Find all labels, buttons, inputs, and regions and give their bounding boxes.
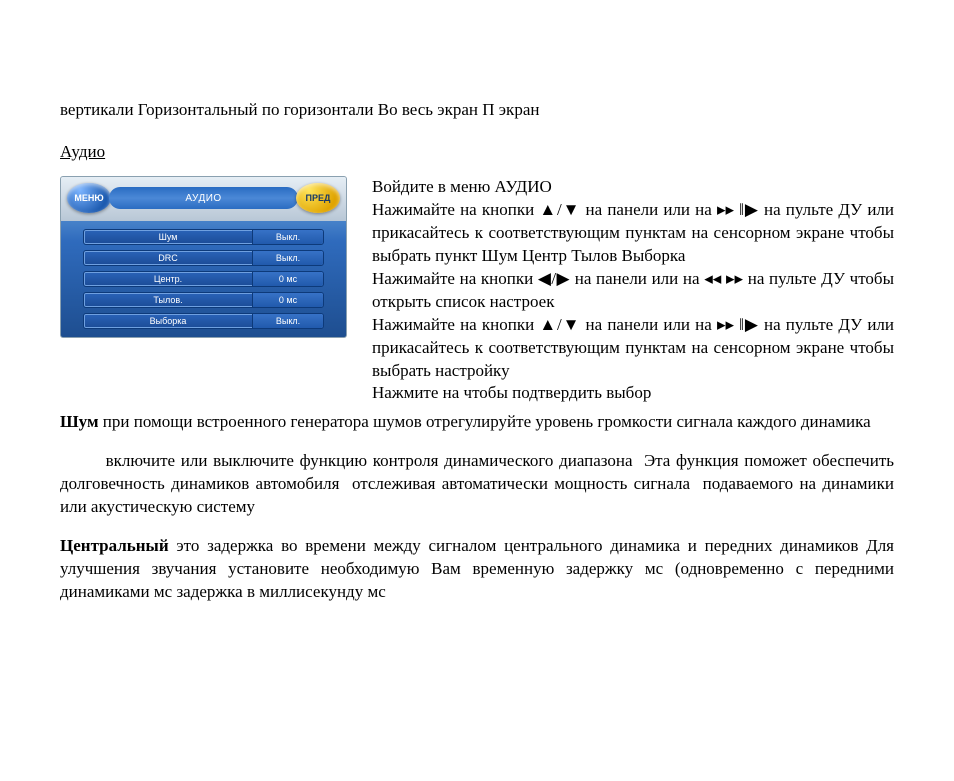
row-label: Центр. <box>84 272 252 286</box>
row-value: 0 мс <box>252 272 323 286</box>
row-value: 0 мс <box>252 293 323 307</box>
menu-screenshot: МЕНЮ АУДИО ПРЕД Шум Выкл. DRC Выкл. Цент… <box>60 176 350 405</box>
instructions: Войдите в меню АУДИО Нажимайте на кнопки… <box>372 176 894 405</box>
menu-row-center[interactable]: Центр. 0 мс <box>83 271 324 287</box>
menu-body: Шум Выкл. DRC Выкл. Центр. 0 мс Тылов. 0… <box>61 221 346 329</box>
instruction-line: Нажмите на чтобы подтвердить выбор <box>372 382 894 405</box>
menu-button[interactable]: МЕНЮ <box>67 183 111 213</box>
page: вертикали Горизонтальный по горизонтали … <box>0 0 954 781</box>
instruction-line: Нажимайте на кнопки ◀/▶ на панели или на… <box>372 268 894 314</box>
term-noise: Шум <box>60 412 99 431</box>
row-label: Выборка <box>84 314 252 328</box>
term-center: Центральный <box>60 536 169 555</box>
menu-row-rear[interactable]: Тылов. 0 мс <box>83 292 324 308</box>
row-value: Выкл. <box>252 314 323 328</box>
row-label: DRC <box>84 251 252 265</box>
paragraph-noise: Шум при помощи встроенного генератора шу… <box>60 411 894 434</box>
section-title: Аудио <box>60 142 894 162</box>
breadcrumb-line: вертикали Горизонтальный по горизонтали … <box>60 100 894 120</box>
menu-row-noise[interactable]: Шум Выкл. <box>83 229 324 245</box>
instruction-line: Войдите в меню АУДИО <box>372 176 894 199</box>
instruction-line: Нажимайте на кнопки ▲/▼ на панели или на… <box>372 199 894 268</box>
paragraph-drc: включите или выключите функцию контроля … <box>60 450 894 519</box>
prev-button[interactable]: ПРЕД <box>296 183 340 213</box>
row-label: Шум <box>84 230 252 244</box>
menu-row-drc[interactable]: DRC Выкл. <box>83 250 324 266</box>
menu-header: МЕНЮ АУДИО ПРЕД <box>61 177 346 221</box>
instruction-line: Нажимайте на кнопки ▲/▼ на панели или на… <box>372 314 894 383</box>
body-text: Шум при помощи встроенного генератора шу… <box>60 411 894 604</box>
paragraph-center: Центральный это задержка во времени межд… <box>60 535 894 604</box>
row-value: Выкл. <box>252 251 323 265</box>
audio-menu-panel: МЕНЮ АУДИО ПРЕД Шум Выкл. DRC Выкл. Цент… <box>60 176 347 338</box>
menu-title: АУДИО <box>109 187 298 209</box>
row-label: Тылов. <box>84 293 252 307</box>
row-value: Выкл. <box>252 230 323 244</box>
menu-row-sample[interactable]: Выборка Выкл. <box>83 313 324 329</box>
